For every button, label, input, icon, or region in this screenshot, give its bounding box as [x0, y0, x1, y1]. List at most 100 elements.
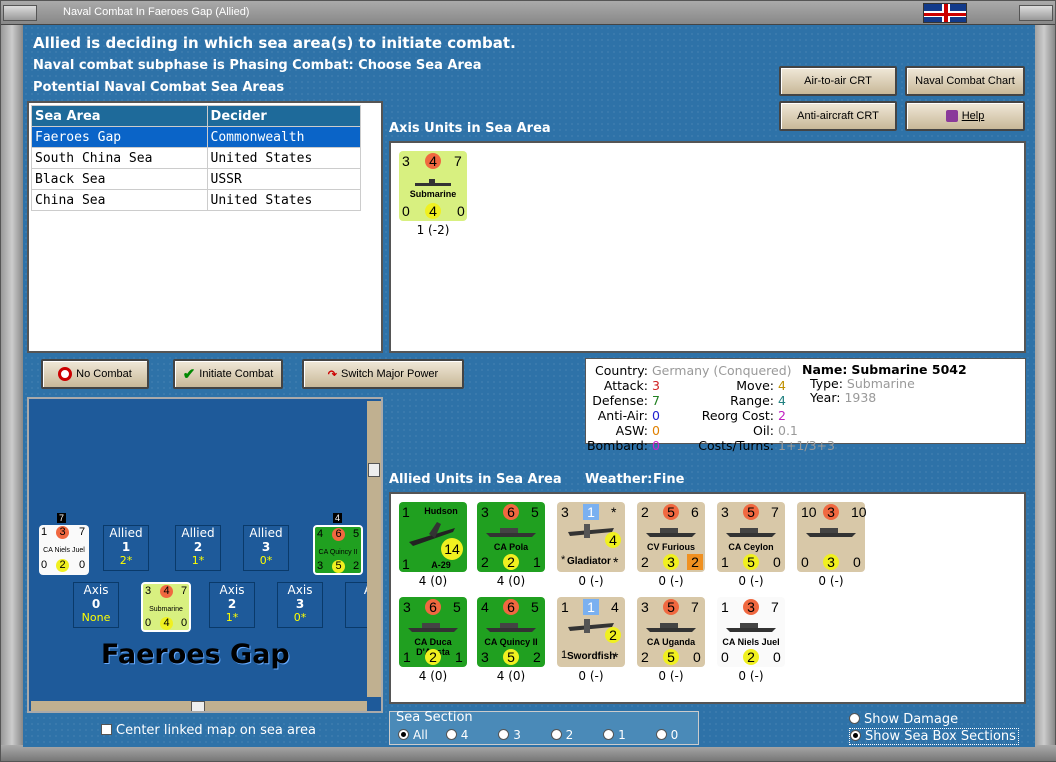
allied-unit-ca-ceylon[interactable]: 3 5 7 CA Ceylon 1 5 0 [717, 502, 785, 572]
allied-units-panel: 1 Hudson 14 1 A-29 4 (0) 3 6 5 CA Pola 2 2 1 4 … [389, 492, 1026, 704]
allied-box-3[interactable]: Allied 3 0* [243, 525, 289, 571]
sea-section-option[interactable]: 1 [603, 728, 626, 742]
ship-icon [646, 623, 696, 632]
stat: 5 [743, 504, 759, 520]
show-sea-box-sections-option[interactable]: Show Sea Box Sections [849, 728, 1019, 745]
sea-area-map[interactable]: Allied 1 2* Allied 2 1* Allied 3 0* Axis 0 None … [27, 397, 383, 713]
center-map-checkbox[interactable] [101, 724, 112, 735]
label: Country: [595, 363, 648, 378]
anti-aircraft-crt-button[interactable]: Anti-aircraft CRT [779, 101, 897, 131]
stat: 3 [402, 153, 410, 169]
cell: United States [206, 189, 362, 211]
unit-subname: A-29 [431, 560, 451, 570]
stack-badge: 4 [333, 513, 343, 523]
stat: 0 [693, 649, 701, 665]
map-unit-quincy[interactable]: 4 4 6 5 CA Quincy II 3 5 2 [313, 513, 363, 575]
radio-icon [603, 729, 615, 740]
box-label: Axis [83, 583, 109, 597]
sea-section-option[interactable]: 3 [498, 728, 521, 742]
unit-strength: 0 (-) [578, 574, 604, 588]
map-vertical-scrollbar[interactable] [367, 401, 381, 697]
stat: 10 [801, 504, 817, 520]
close-button[interactable] [1019, 5, 1053, 21]
show-damage-option[interactable]: Show Damage [849, 712, 958, 727]
box-value: 0* [259, 554, 273, 567]
stat: 5 [663, 504, 679, 520]
col-decider[interactable]: Decider [206, 105, 362, 127]
box-number: 3 [295, 597, 305, 611]
allied-unit-transport[interactable]: 10 3 10 0 3 0 [797, 502, 867, 572]
table-row[interactable]: South China Sea United States [31, 147, 362, 169]
axis-submarine-unit[interactable]: 3 4 7 Submarine 0 4 0 [399, 151, 467, 221]
allied-unit-cv-furious[interactable]: 2 5 6 CV Furious 2 3 2 [637, 502, 705, 572]
stack-badge: 7 [57, 513, 67, 523]
table-row[interactable]: China Sea United States [31, 189, 362, 211]
center-map-option[interactable]: Center linked map on sea area [101, 723, 316, 738]
stat: 3 [641, 599, 649, 615]
allied-unit-ca-niels-juel[interactable]: 1 3 7 CA Niels Juel 0 2 0 [717, 597, 785, 667]
stat: 7 [771, 504, 779, 520]
scroll-thumb[interactable] [191, 701, 205, 711]
ship-icon [486, 623, 536, 632]
allied-unit-swordfish[interactable]: 1 1 4 2 1 Swordfish * [557, 597, 625, 667]
axis-units-panel: 3 4 7 Submarine 0 4 0 1 (-2) [389, 141, 1026, 353]
stat: 2 [503, 554, 519, 570]
unit-name: CA Niels Juel [722, 637, 780, 647]
allied-unit-gladiator[interactable]: 3 1 * 4 * Gladiator * [557, 502, 625, 572]
allied-unit-ca-quincy[interactable]: 4 6 5 CA Quincy II 3 5 2 [477, 597, 545, 667]
status-line: Allied is deciding in which sea area(s) … [33, 34, 516, 52]
table-row[interactable]: Faeroes Gap Commonwealth [31, 126, 362, 148]
box-number: 1 [121, 540, 131, 554]
radio-icon [850, 730, 861, 741]
label: Move: [736, 378, 774, 393]
allied-unit-ca-pola[interactable]: 3 6 5 CA Pola 2 2 1 [477, 502, 545, 572]
show-boxes-label: Show Sea Box Sections [865, 729, 1016, 744]
unit-strength: 0 (-) [578, 669, 604, 683]
air-to-air-crt-button[interactable]: Air-to-air CRT [779, 66, 897, 96]
naval-combat-chart-button[interactable]: Naval Combat Chart [905, 66, 1025, 96]
stat: 0 [801, 554, 809, 570]
unit-strength: 0 (-) [738, 574, 764, 588]
stat: 1 [41, 526, 48, 538]
scroll-thumb[interactable] [368, 463, 380, 477]
sea-section-option[interactable]: 4 [445, 728, 468, 742]
sea-section-option[interactable]: 0 [655, 728, 678, 742]
allied-box-1[interactable]: Allied 1 2* [103, 525, 149, 571]
unit-name: Submarine [149, 606, 183, 613]
axis-box-3[interactable]: Axis 3 0* [277, 582, 323, 628]
label: Costs/Turns: [698, 438, 774, 453]
map-horizontal-scrollbar[interactable] [31, 701, 367, 711]
axis-box-2[interactable]: Axis 2 1* [209, 582, 255, 628]
switch-major-power-button[interactable]: ↷ Switch Major Power [302, 359, 464, 389]
map-unit-submarine[interactable]: 3 4 7 Submarine 0 4 0 [141, 582, 191, 632]
table-row[interactable]: Black Sea USSR [31, 168, 362, 190]
allied-unit-ca-uganda[interactable]: 3 5 7 CA Uganda 2 5 0 [637, 597, 705, 667]
cell: South China Sea [31, 147, 208, 169]
cell: China Sea [31, 189, 208, 211]
no-combat-button[interactable]: No Combat [41, 359, 149, 389]
stat: 0 [41, 559, 48, 571]
unit-name: CA Ceylon [728, 542, 774, 552]
help-button[interactable]: Help [905, 101, 1025, 131]
initiate-combat-button[interactable]: ✔ Initiate Combat [173, 359, 283, 389]
sea-section-option[interactable]: 2 [550, 728, 573, 742]
stat: 3 [481, 504, 489, 520]
map-unit-niels-juel[interactable]: 7 1 3 7 CA Niels Juel 0 2 0 [39, 513, 89, 575]
stat: 2 [56, 559, 69, 572]
no-combat-label: No Combat [76, 368, 132, 380]
stat: 4 [481, 599, 489, 615]
system-menu-button[interactable] [3, 5, 37, 21]
stat: 4 [425, 153, 441, 169]
stat: 0 [721, 649, 729, 665]
box-value: 1* [191, 554, 205, 567]
col-sea-area[interactable]: Sea Area [31, 105, 208, 127]
allied-box-2[interactable]: Allied 2 1* [175, 525, 221, 571]
oil-value: 0.1 [778, 423, 798, 438]
sea-section-option[interactable]: All [398, 728, 428, 742]
axis-box-0[interactable]: Axis 0 None [73, 582, 119, 628]
allied-unit-ca-duca-daosta[interactable]: 365CA Duca D'Aosta121 [399, 597, 467, 667]
label: Attack: [603, 378, 648, 393]
stat: 0 [773, 554, 781, 570]
stat: 3 [145, 585, 152, 597]
hudson-air-unit[interactable]: 1 Hudson 14 1 A-29 [399, 502, 467, 572]
